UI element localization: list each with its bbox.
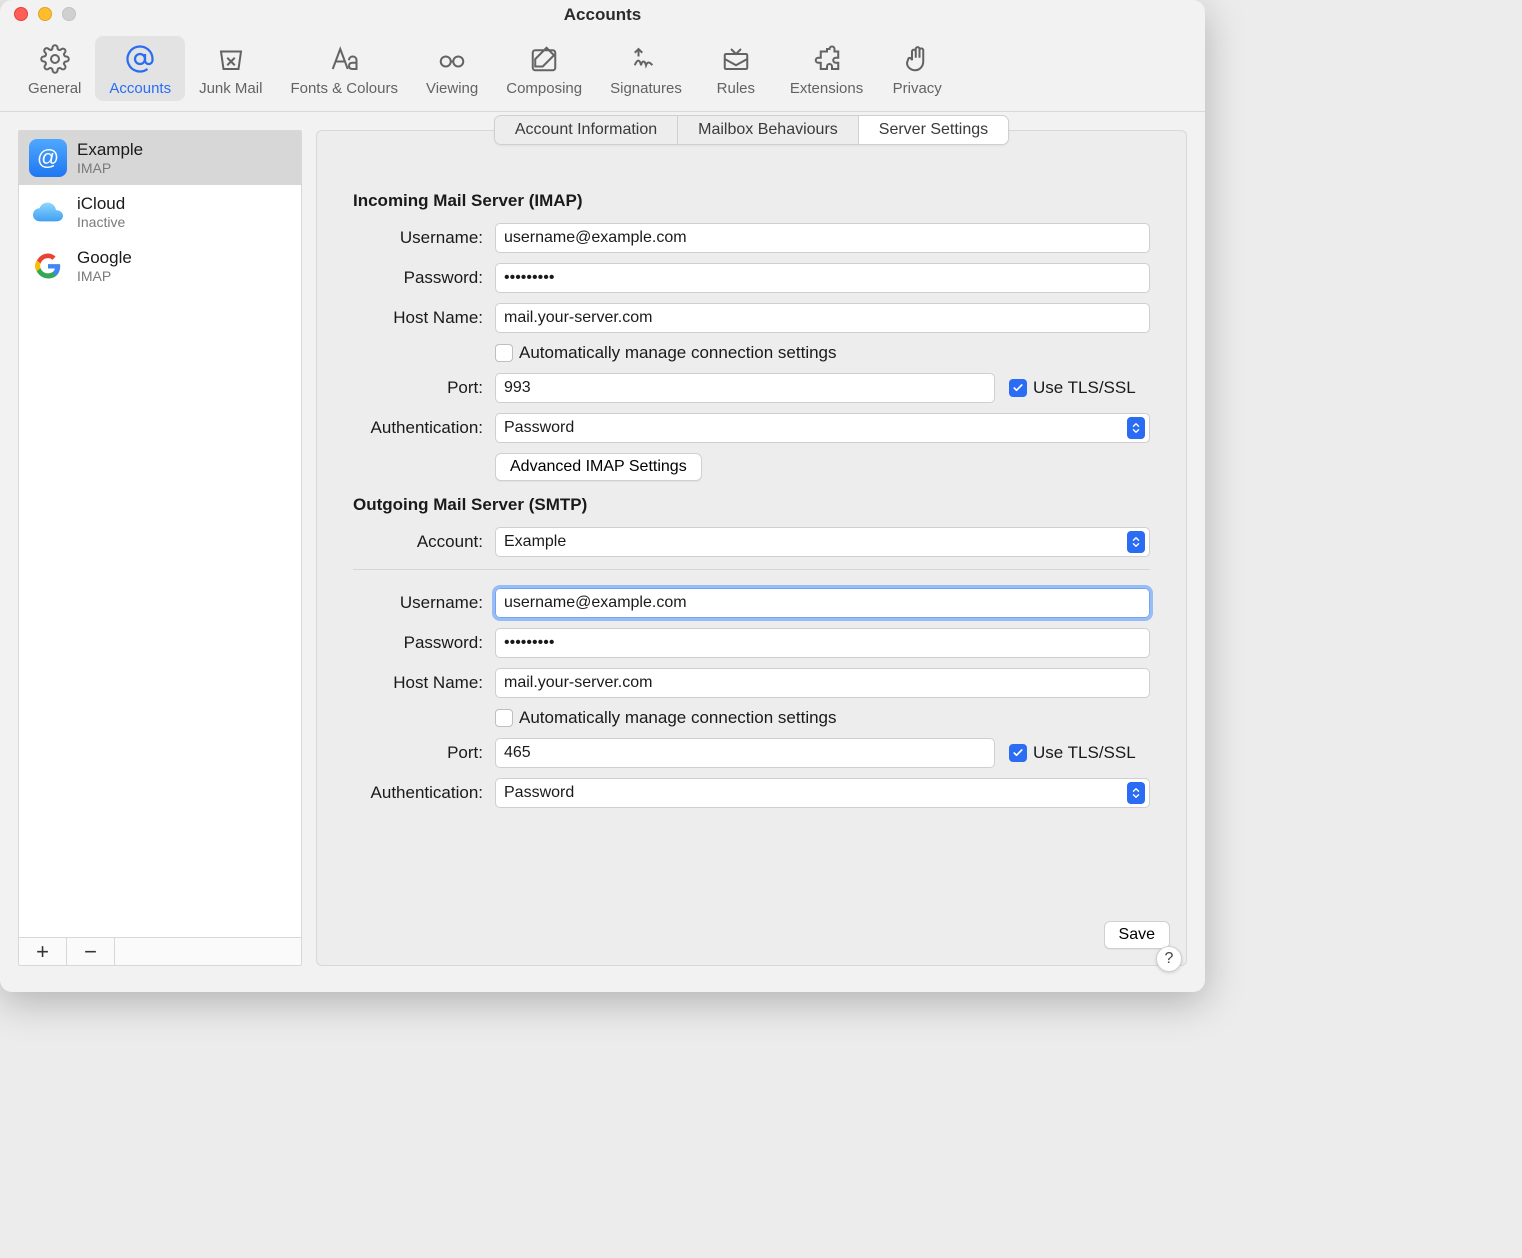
junk-mail-icon (216, 42, 246, 76)
select-value: Example (504, 533, 566, 551)
toolbar-privacy[interactable]: Privacy (877, 36, 957, 101)
label-username: Username: (353, 228, 483, 248)
advanced-imap-button[interactable]: Advanced IMAP Settings (495, 453, 702, 481)
outgoing-auto-manage-checkbox[interactable]: Automatically manage connection settings (495, 708, 837, 728)
select-value: Password (504, 419, 574, 437)
incoming-username-input[interactable] (495, 223, 1150, 253)
checkbox-checked-icon (1009, 379, 1027, 397)
label-account: Account: (353, 532, 483, 552)
outgoing-port-input[interactable] (495, 738, 995, 768)
at-sign-icon: @ (29, 139, 67, 177)
save-button[interactable]: Save (1104, 921, 1170, 949)
tab-account-information[interactable]: Account Information (495, 116, 678, 144)
toolbar-composing[interactable]: Composing (492, 36, 596, 101)
fonts-icon (329, 42, 359, 76)
toolbar-label: Junk Mail (199, 80, 262, 97)
account-name: Google (77, 248, 132, 268)
help-button[interactable]: ? (1156, 946, 1182, 972)
icloud-icon (29, 193, 67, 231)
label-hostname: Host Name: (353, 308, 483, 328)
outgoing-password-input[interactable] (495, 628, 1150, 658)
accounts-sidebar: @ Example IMAP iCloud Inactive (18, 130, 302, 966)
checkbox-icon (495, 344, 513, 362)
sidebar-footer-spacer (115, 938, 301, 965)
label-port: Port: (353, 378, 483, 398)
settings-panel: Account Information Mailbox Behaviours S… (316, 130, 1187, 966)
toolbar-junk-mail[interactable]: Junk Mail (185, 36, 276, 101)
checkbox-label: Use TLS/SSL (1033, 743, 1136, 763)
label-hostname: Host Name: (353, 673, 483, 693)
section-incoming-title: Incoming Mail Server (IMAP) (353, 191, 1150, 211)
label-username: Username: (353, 593, 483, 613)
select-value: Password (504, 784, 574, 802)
toolbar-fonts-colours[interactable]: Fonts & Colours (276, 36, 412, 101)
section-outgoing-title: Outgoing Mail Server (SMTP) (353, 495, 1150, 515)
outgoing-host-input[interactable] (495, 668, 1150, 698)
outgoing-tls-checkbox[interactable]: Use TLS/SSL (1009, 743, 1136, 763)
compose-icon (529, 42, 559, 76)
toolbar-general[interactable]: General (14, 36, 95, 101)
account-subtype: Inactive (77, 214, 125, 230)
toolbar-rules[interactable]: Rules (696, 36, 776, 101)
checkbox-label: Automatically manage connection settings (519, 708, 837, 728)
account-name: Example (77, 140, 143, 160)
label-password: Password: (353, 268, 483, 288)
divider (353, 569, 1150, 570)
at-sign-icon (125, 42, 155, 76)
window-title: Accounts (0, 5, 1205, 25)
settings-tabs: Account Information Mailbox Behaviours S… (494, 115, 1009, 145)
checkbox-label: Automatically manage connection settings (519, 343, 837, 363)
checkbox-label: Use TLS/SSL (1033, 378, 1136, 398)
toolbar-label: Viewing (426, 80, 478, 97)
rules-icon (721, 42, 751, 76)
tab-mailbox-behaviours[interactable]: Mailbox Behaviours (678, 116, 859, 144)
checkbox-icon (495, 709, 513, 727)
chevron-updown-icon (1127, 417, 1145, 439)
tab-server-settings[interactable]: Server Settings (859, 116, 1008, 144)
label-password: Password: (353, 633, 483, 653)
label-authentication: Authentication: (353, 418, 483, 438)
account-row-google[interactable]: Google IMAP (19, 239, 301, 293)
account-row-icloud[interactable]: iCloud Inactive (19, 185, 301, 239)
preferences-toolbar: General Accounts Junk Mail Fonts & Colou… (0, 28, 1205, 112)
toolbar-label: Rules (717, 80, 755, 97)
toolbar-viewing[interactable]: Viewing (412, 36, 492, 101)
incoming-auth-select[interactable]: Password (495, 413, 1150, 443)
toolbar-label: Accounts (109, 80, 171, 97)
account-subtype: IMAP (77, 160, 143, 176)
toolbar-label: Composing (506, 80, 582, 97)
toolbar-label: Fonts & Colours (290, 80, 398, 97)
account-subtype: IMAP (77, 268, 132, 284)
toolbar-signatures[interactable]: Signatures (596, 36, 696, 101)
incoming-host-input[interactable] (495, 303, 1150, 333)
google-icon (29, 247, 67, 285)
outgoing-username-input[interactable] (495, 588, 1150, 618)
remove-account-button[interactable]: − (67, 938, 115, 965)
toolbar-label: Extensions (790, 80, 863, 97)
incoming-auto-manage-checkbox[interactable]: Automatically manage connection settings (495, 343, 837, 363)
toolbar-label: Signatures (610, 80, 682, 97)
toolbar-label: General (28, 80, 81, 97)
account-row-example[interactable]: @ Example IMAP (19, 131, 301, 185)
gear-icon (40, 42, 70, 76)
incoming-port-input[interactable] (495, 373, 995, 403)
toolbar-label: Privacy (893, 80, 942, 97)
outgoing-account-select[interactable]: Example (495, 527, 1150, 557)
hand-icon (902, 42, 932, 76)
chevron-updown-icon (1127, 531, 1145, 553)
chevron-updown-icon (1127, 782, 1145, 804)
outgoing-auth-select[interactable]: Password (495, 778, 1150, 808)
add-account-button[interactable]: + (19, 938, 67, 965)
incoming-tls-checkbox[interactable]: Use TLS/SSL (1009, 378, 1136, 398)
checkbox-checked-icon (1009, 744, 1027, 762)
signature-icon (631, 42, 661, 76)
puzzle-icon (812, 42, 842, 76)
incoming-password-input[interactable] (495, 263, 1150, 293)
toolbar-extensions[interactable]: Extensions (776, 36, 877, 101)
account-name: iCloud (77, 194, 125, 214)
glasses-icon (437, 42, 467, 76)
label-port: Port: (353, 743, 483, 763)
label-authentication: Authentication: (353, 783, 483, 803)
toolbar-accounts[interactable]: Accounts (95, 36, 185, 101)
